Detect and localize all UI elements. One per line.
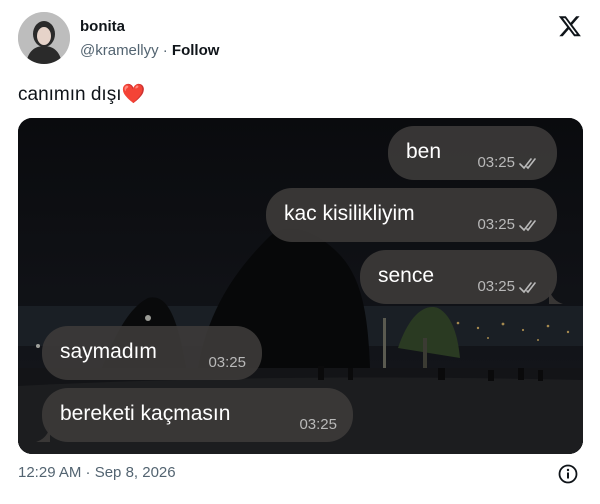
x-logo-icon[interactable] — [558, 14, 582, 38]
message-meta: 03:25 — [208, 354, 246, 371]
double-check-icon — [519, 219, 536, 231]
chat-bubble-outgoing: ben 03:25 — [388, 126, 557, 180]
info-icon[interactable] — [558, 464, 578, 484]
message-meta: 03:25 — [299, 416, 337, 433]
message-text: ben — [406, 140, 442, 163]
message-text: bereketi kaçmasın — [60, 402, 231, 425]
message-time: 03:25 — [477, 154, 515, 171]
avatar[interactable] — [18, 12, 70, 64]
double-check-icon — [519, 281, 536, 293]
message-text: sence — [378, 264, 435, 287]
chat-bubble-incoming: saymadım 03:25 — [42, 326, 262, 380]
message-time: 03:25 — [208, 354, 246, 371]
message-meta: 03:25 — [477, 154, 541, 171]
message-meta: 03:25 — [477, 216, 541, 233]
tweet-text: canımın dışı❤️ — [18, 82, 145, 106]
message-time: 03:25 — [477, 278, 515, 295]
message-time: 03:25 — [477, 216, 515, 233]
follow-button[interactable]: Follow — [172, 42, 220, 59]
tweet-footer: 12:29 AM · Sep 8, 2026 — [18, 464, 584, 484]
message-time: 03:25 — [299, 416, 337, 433]
tweet-media-image[interactable]: ben 03:25 kac kisilikliyim 03:25 sence 0… — [18, 118, 583, 454]
message-text: kac kisilikliyim — [284, 202, 415, 225]
bubble-tail — [549, 288, 563, 304]
separator: · — [162, 42, 168, 59]
author-handle-row: @kramellyy · Follow — [80, 42, 219, 59]
tweet-body: canımın dışı — [18, 84, 122, 105]
tweet-header: bonita @kramellyy · Follow — [18, 12, 584, 66]
chat-bubble-incoming: bereketi kaçmasın 03:25 — [36, 388, 353, 442]
message-text: saymadım — [60, 340, 157, 363]
author-display-name[interactable]: bonita — [80, 18, 125, 35]
author-handle[interactable]: @kramellyy — [80, 42, 159, 59]
tweet-timestamp[interactable]: 12:29 AM · Sep 8, 2026 — [18, 464, 176, 481]
chat-bubble-outgoing: sence 03:25 — [360, 250, 563, 304]
bubble-tail — [36, 426, 50, 442]
message-meta: 03:25 — [477, 278, 541, 295]
heart-emoji: ❤️ — [121, 84, 146, 105]
chat-bubble-outgoing: kac kisilikliyim 03:25 — [266, 188, 557, 242]
double-check-icon — [519, 157, 536, 169]
